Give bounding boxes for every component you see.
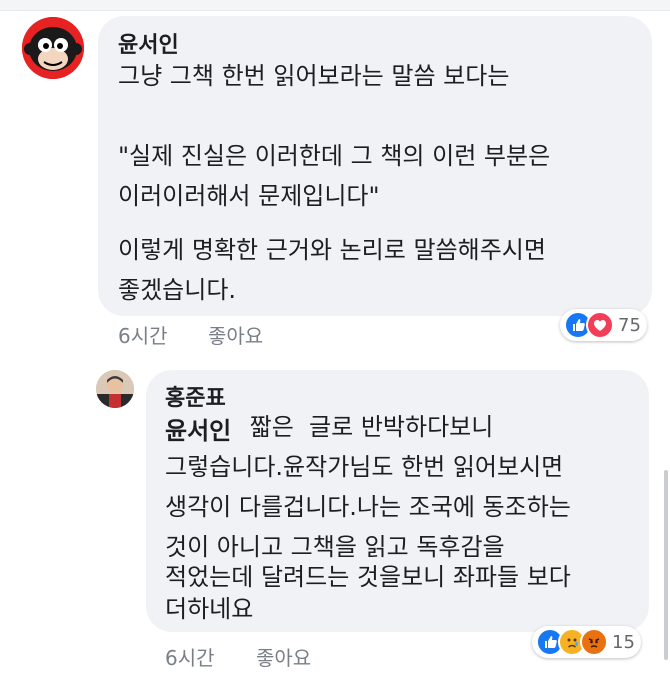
love-icon [586, 311, 614, 339]
scrollbar[interactable] [664, 470, 668, 660]
reaction-count: 75 [618, 314, 641, 336]
reply-timestamp[interactable]: 6시간 [165, 642, 215, 671]
reaction-summary[interactable]: 75 [560, 309, 647, 341]
reply-author[interactable]: 홍준표 [165, 380, 226, 412]
reaction-count: 15 [612, 631, 635, 653]
reply-text-line: 더하네요 [165, 595, 254, 623]
comment-text-line: 이렇게 명확한 근거와 논리로 말씀해주시면 [118, 236, 546, 264]
reply-reaction-summary[interactable]: 15 [532, 626, 641, 658]
comment-text-line: 이러이러해서 문제입니다" [118, 182, 380, 210]
comment-timestamp[interactable]: 6시간 [118, 320, 168, 349]
person-photo-icon [96, 370, 134, 408]
top-divider [0, 0, 670, 11]
reply-text-line: 생각이 다를겁니다.나는 조국에 동조하는 [165, 493, 571, 521]
mention-link[interactable]: 윤서인 [165, 411, 231, 446]
reply-like-button[interactable]: 좋아요 [256, 642, 311, 671]
comment-text-line: 좋겠습니다. [118, 276, 237, 304]
reply-text-line: 그렇습니다.윤작가님도 한번 읽어보시면 [165, 453, 564, 481]
avatar-photo[interactable] [96, 370, 134, 408]
comment-text-line: 그냥 그책 한번 읽어보라는 말씀 보다는 [118, 62, 510, 90]
angry-icon [580, 628, 608, 656]
comment-author[interactable]: 윤서인 [118, 27, 179, 59]
comment-text-line: "실제 진실은 이러한데 그 책의 이런 부분은 [118, 142, 551, 170]
monkey-avatar-icon [22, 17, 84, 79]
like-button[interactable]: 좋아요 [208, 320, 263, 349]
avatar-monkey[interactable] [22, 17, 84, 79]
reply-text-line: 짧은 글로 반박하다보니 [242, 413, 494, 441]
